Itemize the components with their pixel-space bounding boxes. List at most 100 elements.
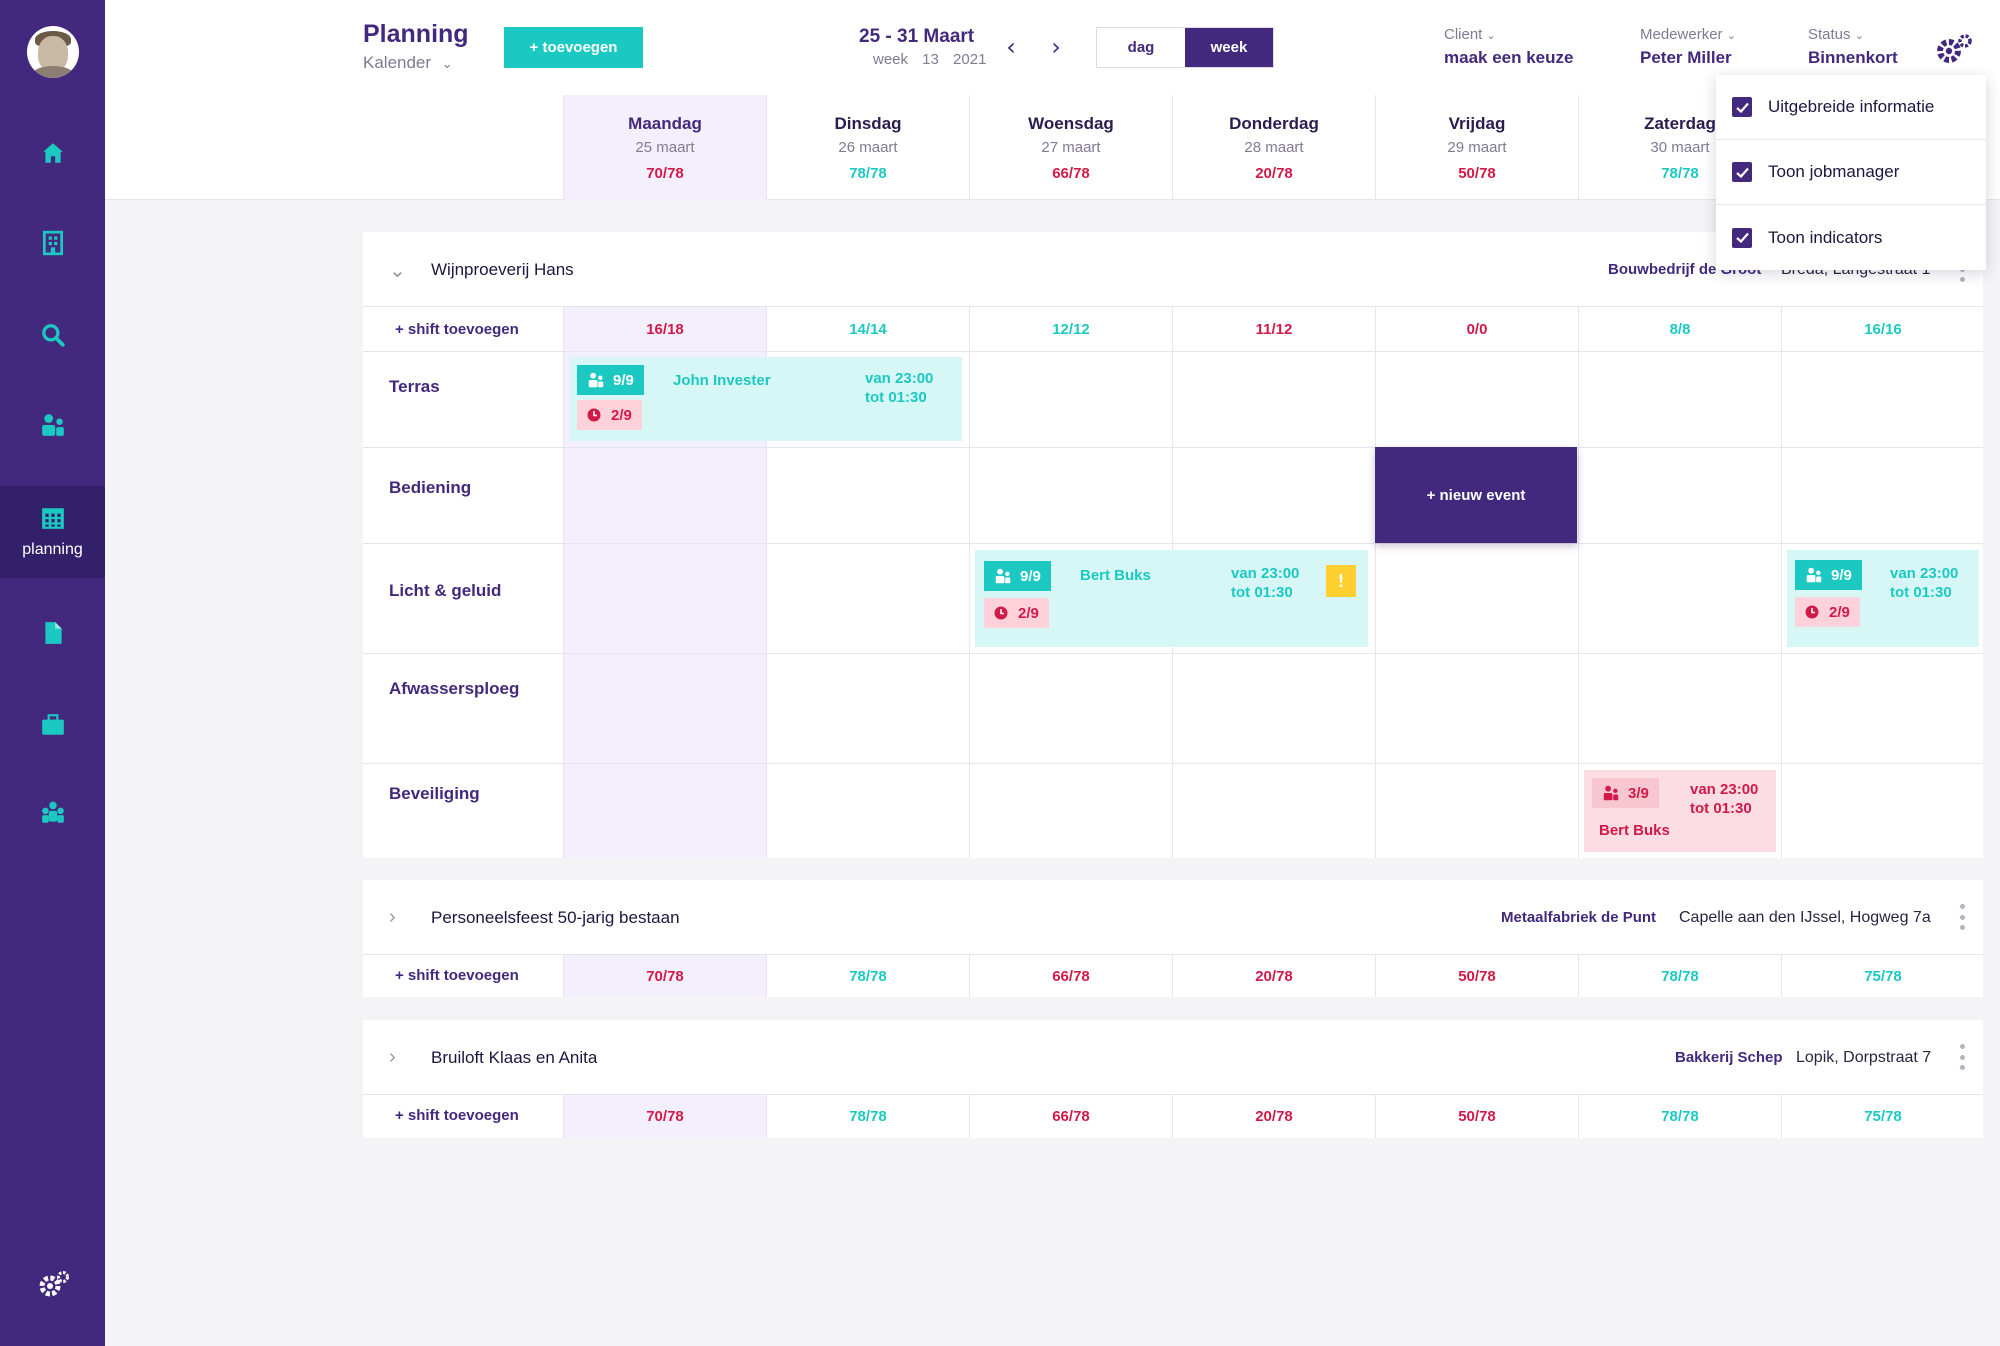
day-cell[interactable] <box>1375 352 1578 447</box>
nav-jobs[interactable] <box>0 700 105 750</box>
day-cell[interactable] <box>1375 544 1578 653</box>
dropdown-item[interactable]: Toon indicators <box>1716 205 1986 270</box>
chevron-down-icon: ⌄ <box>1726 30 1736 42</box>
day-cell[interactable] <box>766 544 969 653</box>
team-icon <box>41 801 64 823</box>
assigned-person: Bert Buks <box>1599 822 1670 839</box>
shift-card[interactable]: 3/9 van 23:00 tot 01:30 Bert Buks <box>1584 770 1776 852</box>
day-cell[interactable] <box>969 654 1172 763</box>
nav-team[interactable] <box>0 788 105 838</box>
chevron-down-icon[interactable]: ⌄ <box>389 258 409 282</box>
day-cell[interactable] <box>1172 448 1375 543</box>
day-cell[interactable] <box>1781 764 1984 858</box>
day-shift-count: 78/78 <box>1578 955 1781 997</box>
day-cell[interactable] <box>1781 352 1984 447</box>
add-shift-button[interactable]: + shift toevoegen <box>395 1107 519 1124</box>
nav-home[interactable] <box>0 128 105 178</box>
day-cell[interactable] <box>766 764 969 858</box>
chevron-right-icon[interactable]: › <box>389 1046 409 1068</box>
add-button[interactable]: + toevoegen <box>504 27 643 68</box>
day-cell[interactable] <box>1781 448 1984 543</box>
day-cell[interactable] <box>766 448 969 543</box>
day-shift-count: 20/78 <box>1172 1095 1375 1138</box>
day-cell[interactable] <box>1578 544 1781 653</box>
day-cell[interactable] <box>1172 352 1375 447</box>
gear-icon[interactable] <box>38 1270 70 1298</box>
day-cell[interactable] <box>1578 654 1781 763</box>
dropdown-item[interactable]: Toon jobmanager <box>1716 140 1986 205</box>
staff-count-badge: 9/9 <box>984 561 1051 591</box>
new-event-button[interactable]: + nieuw event <box>1375 447 1577 543</box>
day-column-header[interactable]: Dinsdag 26 maart 78/78 <box>766 95 969 200</box>
day-cell[interactable] <box>563 764 766 858</box>
day-cell[interactable] <box>1172 654 1375 763</box>
warning-icon[interactable]: ! <box>1326 565 1356 597</box>
nav-search[interactable] <box>0 310 105 360</box>
day-cell[interactable] <box>969 352 1172 447</box>
day-cell[interactable] <box>1375 764 1578 858</box>
more-options-icon[interactable] <box>1957 904 1967 930</box>
toggle-week[interactable]: week <box>1185 28 1273 67</box>
checkbox-checked-icon[interactable] <box>1732 162 1752 182</box>
day-cell[interactable] <box>1172 764 1375 858</box>
day-cell[interactable] <box>1578 448 1781 543</box>
shift-card[interactable]: 9/9 2/9 Bert Buks van 23:00 tot 01:30 ! <box>975 550 1368 647</box>
chevron-right-icon[interactable]: › <box>389 906 409 928</box>
previous-week-button[interactable]: ‹ <box>996 32 1026 62</box>
nav-planning[interactable]: planning <box>0 486 105 578</box>
filter-client[interactable]: Client ⌄ maak een keuze <box>1444 26 1573 68</box>
more-options-icon[interactable] <box>1957 1044 1967 1070</box>
event-client[interactable]: Metaalfabriek de Punt <box>1501 909 1656 926</box>
shift-card[interactable]: 9/9 2/9 van 23:00 tot 01:30 <box>1787 550 1979 647</box>
day-cell[interactable] <box>969 764 1172 858</box>
dropdown-item[interactable]: Uitgebreide informatie <box>1716 75 1986 140</box>
nav-clients[interactable] <box>0 218 105 268</box>
day-column-header[interactable]: Donderdag 28 maart 20/78 <box>1172 95 1375 200</box>
day-cell[interactable] <box>563 448 766 543</box>
user-avatar[interactable] <box>27 26 79 78</box>
add-shift-button[interactable]: + shift toevoegen <box>395 321 519 338</box>
day-cell[interactable] <box>766 654 969 763</box>
dropdown-item-label: Uitgebreide informatie <box>1768 97 1935 116</box>
view-select[interactable]: Kalender ⌄ <box>363 53 453 73</box>
day-shift-count: 78/78 <box>766 1095 969 1138</box>
day-column-header[interactable]: Maandag 25 maart 70/78 <box>563 95 766 200</box>
day-cell[interactable] <box>969 448 1172 543</box>
add-shift-button[interactable]: + shift toevoegen <box>395 967 519 984</box>
nav-staff[interactable] <box>0 400 105 450</box>
day-shift-count: 75/78 <box>1781 955 1984 997</box>
filter-employee[interactable]: Medewerker ⌄ Peter Miller <box>1640 26 1736 68</box>
document-icon <box>44 622 62 644</box>
role-label: Licht & geluid <box>389 581 502 600</box>
shift-card[interactable]: 9/9 2/9 John Invester van 23:00 tot 01:3… <box>569 357 962 441</box>
day-column-header[interactable]: Woensdag 27 maart 66/78 <box>969 95 1172 200</box>
day-count: 78/78 <box>849 165 887 182</box>
year-label: 2021 <box>953 51 987 68</box>
day-column-header[interactable]: Vrijdag 29 maart 50/78 <box>1375 95 1578 200</box>
settings-gear-icon[interactable] <box>1934 33 1974 65</box>
shift-time-from: van 23:00 <box>865 370 934 387</box>
day-name: Donderdag <box>1229 114 1319 133</box>
checkbox-checked-icon[interactable] <box>1732 97 1752 117</box>
day-cell[interactable] <box>1781 654 1984 763</box>
day-count: 50/78 <box>1458 165 1496 182</box>
event-title: Wijnproeverij Hans <box>431 260 574 279</box>
staff-count: 3/9 <box>1628 784 1649 802</box>
event-client[interactable]: Bakkerij Schep <box>1675 1049 1783 1066</box>
nav-documents[interactable] <box>0 608 105 658</box>
event-header[interactable]: › Personeelsfeest 50-jarig bestaan Metaa… <box>363 880 1983 955</box>
staff-count: 9/9 <box>1020 567 1041 585</box>
next-week-button[interactable]: › <box>1041 32 1071 62</box>
event-header[interactable]: › Bruiloft Klaas en Anita Bakkerij Schep… <box>363 1020 1983 1095</box>
search-icon <box>41 324 65 347</box>
day-cell[interactable] <box>563 544 766 653</box>
day-cell[interactable] <box>563 654 766 763</box>
day-cell[interactable] <box>1578 352 1781 447</box>
day-shift-count: 11/12 <box>1172 307 1375 351</box>
role-label: Afwassersploeg <box>389 679 520 698</box>
day-cell[interactable] <box>1375 654 1578 763</box>
day-shift-count: 8/8 <box>1578 307 1781 351</box>
filter-status[interactable]: Status ⌄ Binnenkort <box>1808 26 1898 68</box>
checkbox-checked-icon[interactable] <box>1732 227 1752 248</box>
toggle-day[interactable]: dag <box>1097 28 1185 67</box>
